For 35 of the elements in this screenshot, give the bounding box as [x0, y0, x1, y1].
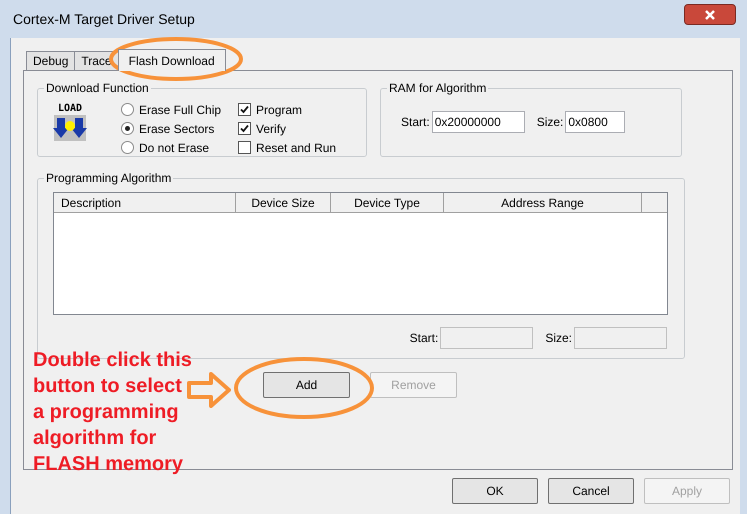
- arrow-icon: [187, 372, 231, 408]
- checkbox[interactable]: [238, 103, 252, 116]
- group-title: Programming Algorithm: [45, 170, 172, 187]
- tab[interactable]: Debug: [26, 51, 76, 70]
- close-icon: [704, 8, 716, 20]
- radio-label: Do not Erase: [139, 140, 210, 156]
- radio-button[interactable]: [121, 103, 134, 116]
- start-field[interactable]: 0x20000000: [432, 111, 525, 133]
- annotation-text: Double click this button to select a programming algorithm for FLASH memory: [33, 348, 193, 477]
- field-label: Size:: [545, 330, 572, 347]
- field-label: Size:: [536, 114, 564, 131]
- radio-label: Erase Full Chip: [139, 102, 222, 118]
- group-title: Download Function: [45, 80, 150, 97]
- column-header[interactable]: Device Size: [236, 193, 331, 212]
- close-button[interactable]: [684, 4, 736, 25]
- checkbox[interactable]: [238, 141, 252, 154]
- field-label: Start:: [401, 114, 430, 131]
- radio-button[interactable]: [121, 122, 134, 135]
- checkbox[interactable]: [238, 122, 252, 135]
- column-header[interactable]: Address Range: [444, 193, 642, 212]
- button[interactable]: OK: [452, 478, 538, 504]
- button[interactable]: Add: [263, 372, 350, 398]
- radio-label: Erase Sectors: [139, 120, 214, 138]
- checkbox-label: Program: [256, 102, 302, 118]
- checkbox-label: Verify: [256, 120, 286, 138]
- column-header[interactable]: Device Type: [331, 193, 444, 212]
- field-label: Start:: [410, 330, 438, 347]
- radio-button[interactable]: [121, 141, 134, 154]
- window-title: Cortex-M Target Driver Setup: [13, 10, 195, 29]
- column-header[interactable]: Description: [54, 193, 236, 212]
- button[interactable]: Cancel: [548, 478, 634, 504]
- size-field[interactable]: 0x0800: [565, 111, 626, 133]
- tab[interactable]: Flash Download: [118, 49, 226, 71]
- checkbox-label: Reset and Run: [256, 140, 336, 156]
- group-title: RAM for Algorithm: [388, 80, 488, 97]
